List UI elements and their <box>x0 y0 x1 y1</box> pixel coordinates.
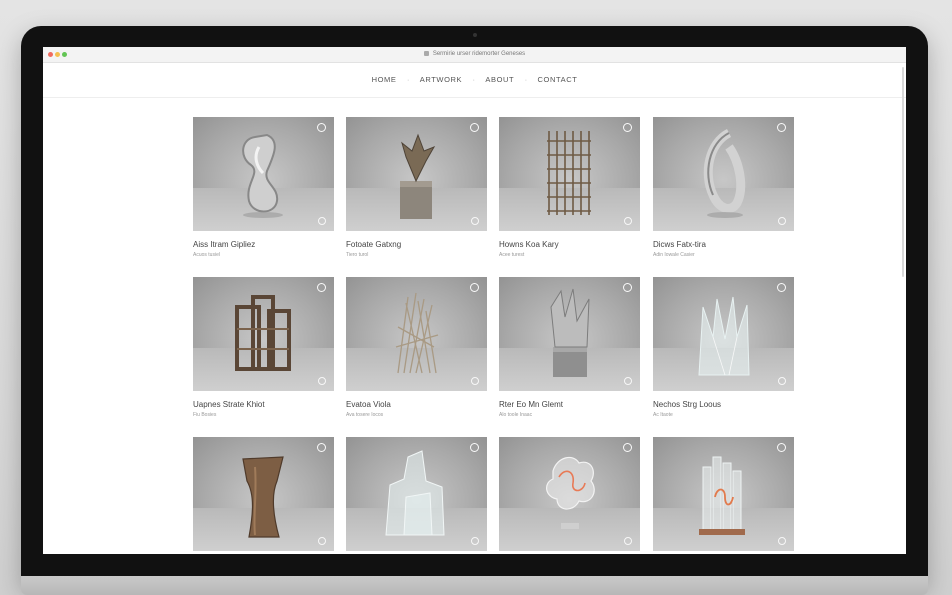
zoom-circle-icon[interactable] <box>318 537 326 545</box>
zoom-circle-icon[interactable] <box>624 537 632 545</box>
select-circle-icon[interactable] <box>470 283 479 292</box>
artwork-card[interactable] <box>346 437 487 554</box>
sculpture-glass-neon <box>546 456 595 529</box>
artwork-image[interactable] <box>653 117 794 231</box>
artwork-artist: Fiu Bosies <box>193 412 217 418</box>
artwork-image[interactable] <box>193 437 334 551</box>
artwork-card[interactable]: Fotoate Gatxng Tiero turol <box>346 117 487 259</box>
artwork-card[interactable]: Rter Eo Mn Glemt Alo toole Inaac <box>499 277 640 419</box>
artwork-image[interactable] <box>653 277 794 391</box>
zoom-circle-icon[interactable] <box>471 217 479 225</box>
artwork-title[interactable]: Aiss Itram Gipliez <box>193 240 334 250</box>
artwork-title[interactable]: Dicws Fatx-tira <box>653 240 794 250</box>
zoom-circle-icon[interactable] <box>778 377 786 385</box>
artwork-title[interactable]: Howns Koa Kary <box>499 240 640 250</box>
artwork-image[interactable] <box>499 437 640 551</box>
sculpture-glass-shards <box>385 450 445 536</box>
artwork-title[interactable]: Fotoate Gatxng <box>346 240 487 250</box>
select-circle-icon[interactable] <box>777 283 786 292</box>
sculpture-glass-crystals <box>698 296 750 376</box>
select-circle-icon[interactable] <box>623 283 632 292</box>
sculpture-stone-pedestal <box>550 288 590 377</box>
select-circle-icon[interactable] <box>317 283 326 292</box>
webcam <box>472 33 477 37</box>
artwork-image[interactable] <box>193 117 334 231</box>
monitor-frame: Sermirie urser ridemorter Geneses HOME ·… <box>21 26 928 586</box>
select-circle-icon[interactable] <box>317 123 326 132</box>
sculpture-dry-sticks <box>395 292 439 374</box>
sculpture-silver-loop <box>703 128 746 218</box>
artwork-card[interactable] <box>499 437 640 554</box>
monitor-stand <box>21 576 928 595</box>
zoom-circle-icon[interactable] <box>778 537 786 545</box>
artwork-title[interactable]: Rter Eo Mn Glemt <box>499 400 640 410</box>
artwork-image[interactable] <box>653 437 794 551</box>
zoom-circle-icon[interactable] <box>624 377 632 385</box>
sculpture-wood-tower <box>547 131 591 215</box>
zoom-circle-icon[interactable] <box>471 377 479 385</box>
sculpture-glass-copper <box>699 456 745 535</box>
artwork-grid: Aiss Itram Gipliez Acuos tusiel Fotoate Ga… <box>43 47 906 554</box>
artwork-image[interactable] <box>346 277 487 391</box>
artwork-card[interactable]: Nechos Strg Loous Ac Itaote <box>653 277 794 419</box>
artwork-card[interactable]: Dicws Fatx-tira Adin Iowale Casier <box>653 117 794 259</box>
artwork-card[interactable]: Howns Koa Kary Acee turest <box>499 117 640 259</box>
select-circle-icon[interactable] <box>777 443 786 452</box>
zoom-circle-icon[interactable] <box>624 217 632 225</box>
artwork-artist: Ava tosere Iocos <box>346 412 384 418</box>
select-circle-icon[interactable] <box>623 443 632 452</box>
zoom-circle-icon[interactable] <box>778 217 786 225</box>
artwork-image[interactable] <box>499 117 640 231</box>
artwork-artist: Alo toole Inaac <box>499 412 533 418</box>
artwork-title[interactable]: Uapnes Strate Khiot <box>193 400 334 410</box>
artwork-title[interactable]: Nechos Strg Loous <box>653 400 794 410</box>
artwork-card[interactable] <box>193 437 334 554</box>
artwork-artist: Acuos tusiel <box>193 252 220 258</box>
artwork-artist: Ac Itaote <box>653 412 673 418</box>
zoom-circle-icon[interactable] <box>318 377 326 385</box>
select-circle-icon[interactable] <box>317 443 326 452</box>
artwork-card[interactable]: Evatoa Viola Ava tosere Iocos <box>346 277 487 419</box>
sculpture-wood-frames <box>235 295 291 371</box>
sculpture-twist-silver <box>242 133 283 218</box>
zoom-circle-icon[interactable] <box>471 537 479 545</box>
select-circle-icon[interactable] <box>777 123 786 132</box>
zoom-circle-icon[interactable] <box>318 217 326 225</box>
artwork-card[interactable]: Uapnes Strate Khiot Fiu Bosies <box>193 277 334 419</box>
artwork-artist: Acee turest <box>499 252 525 258</box>
select-circle-icon[interactable] <box>470 123 479 132</box>
artwork-card[interactable]: Aiss Itram Gipliez Acuos tusiel <box>193 117 334 259</box>
sculpture-wood-vase <box>242 456 284 538</box>
select-circle-icon[interactable] <box>623 123 632 132</box>
artwork-image[interactable] <box>346 437 487 551</box>
artwork-artist: Adin Iowale Casier <box>653 252 695 258</box>
screen: Sermirie urser ridemorter Geneses HOME ·… <box>43 47 906 554</box>
artwork-title[interactable]: Evatoa Viola <box>346 400 487 410</box>
artwork-image[interactable] <box>193 277 334 391</box>
artwork-card[interactable] <box>653 437 794 554</box>
artwork-image[interactable] <box>499 277 640 391</box>
artwork-image[interactable] <box>346 117 487 231</box>
select-circle-icon[interactable] <box>470 443 479 452</box>
artwork-artist: Tiero turol <box>346 252 369 258</box>
sculpture-bird-pedestal <box>400 133 436 219</box>
